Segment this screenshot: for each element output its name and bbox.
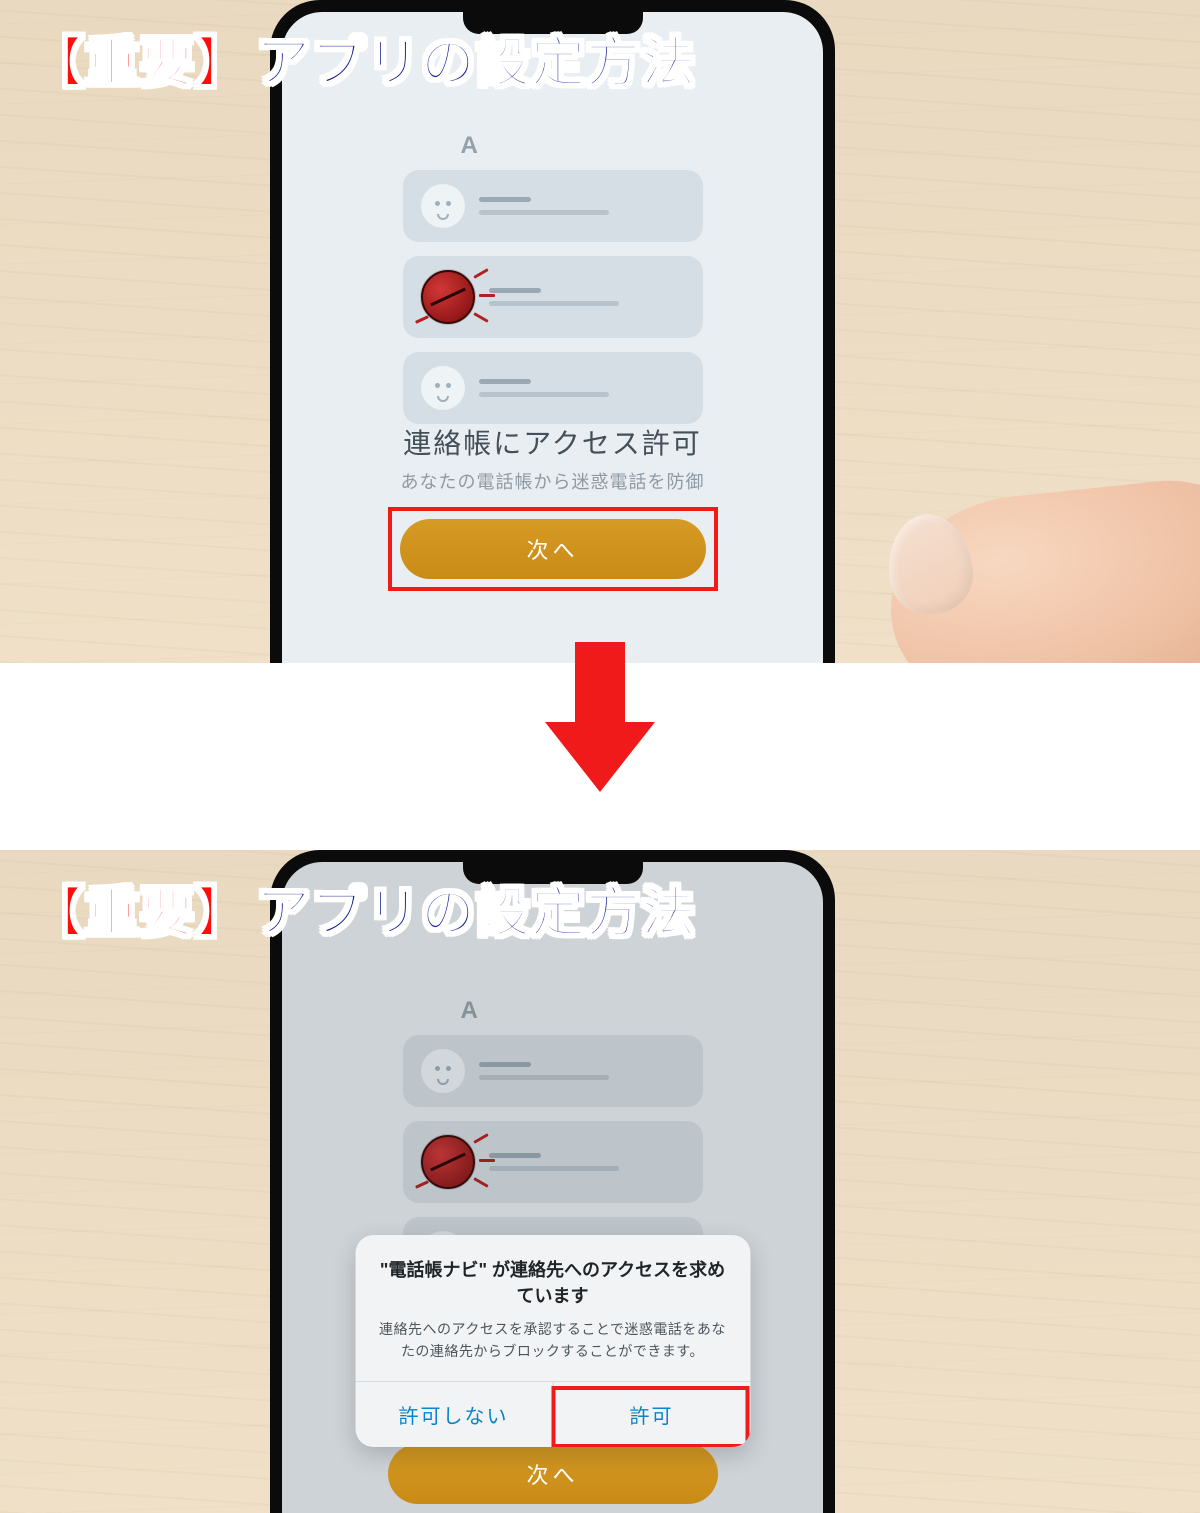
tutorial-step-top: 【重要】 アプリの設定方法 A: [0, 0, 1200, 663]
phone-screen: A: [282, 12, 823, 663]
arrow-down-icon: [545, 722, 655, 792]
onboarding-subtitle: あなたの電話帳から迷惑電話を防御: [282, 468, 823, 494]
dialog-title: "電話帳ナビ" が連絡先へのアクセスを求めています: [377, 1257, 728, 1309]
phone-frame: A: [270, 850, 835, 1513]
banner: 【重要】 アプリの設定方法: [30, 868, 696, 947]
contact-row: [403, 352, 703, 424]
contact-avatar-icon: [421, 184, 465, 228]
contact-avatar-icon: [421, 366, 465, 410]
step-arrow: [0, 663, 1200, 850]
permission-dialog: "電話帳ナビ" が連絡先へのアクセスを求めています 連絡先へのアクセスを承認する…: [355, 1235, 750, 1447]
dialog-buttons: 許可しない 許可: [355, 1381, 750, 1447]
dialog-description: 連絡先へのアクセスを承認することで迷惑電話をあなたの連絡先からブロックすることが…: [377, 1319, 728, 1362]
contacts-illustration: A: [403, 132, 703, 438]
banner-title: アプリの設定方法: [256, 18, 696, 97]
dialog-body: "電話帳ナビ" が連絡先へのアクセスを求めています 連絡先へのアクセスを承認する…: [355, 1235, 750, 1381]
blocked-icon: [421, 270, 475, 324]
banner: 【重要】 アプリの設定方法: [30, 18, 696, 97]
contact-row: [403, 170, 703, 242]
banner-title: アプリの設定方法: [256, 868, 696, 947]
banner-important-tag: 【重要】: [30, 868, 250, 947]
thumb-illustration: [830, 430, 1200, 663]
next-button[interactable]: 次へ: [388, 1444, 718, 1504]
highlight-box: 次へ: [388, 507, 718, 591]
onboarding-title: 連絡帳にアクセス許可: [282, 422, 823, 462]
next-button[interactable]: 次へ: [400, 519, 706, 579]
contact-text-placeholder: [479, 197, 685, 215]
contact-text-placeholder: [479, 379, 685, 397]
tutorial-step-bottom: 【重要】 アプリの設定方法 A: [0, 850, 1200, 1513]
banner-important-tag: 【重要】: [30, 18, 250, 97]
next-button-wrap: 次へ: [388, 507, 718, 591]
phone-frame: A: [270, 0, 835, 663]
deny-button[interactable]: 許可しない: [355, 1382, 552, 1447]
contact-row-blocked: [403, 256, 703, 338]
contact-text-placeholder: [489, 288, 685, 306]
allow-button[interactable]: 許可: [552, 1382, 750, 1447]
next-button-wrap: 次へ: [388, 1444, 718, 1504]
phone-screen: A: [282, 862, 823, 1513]
alert-marks-icon: [409, 268, 487, 328]
contacts-section-letter: A: [461, 132, 703, 160]
